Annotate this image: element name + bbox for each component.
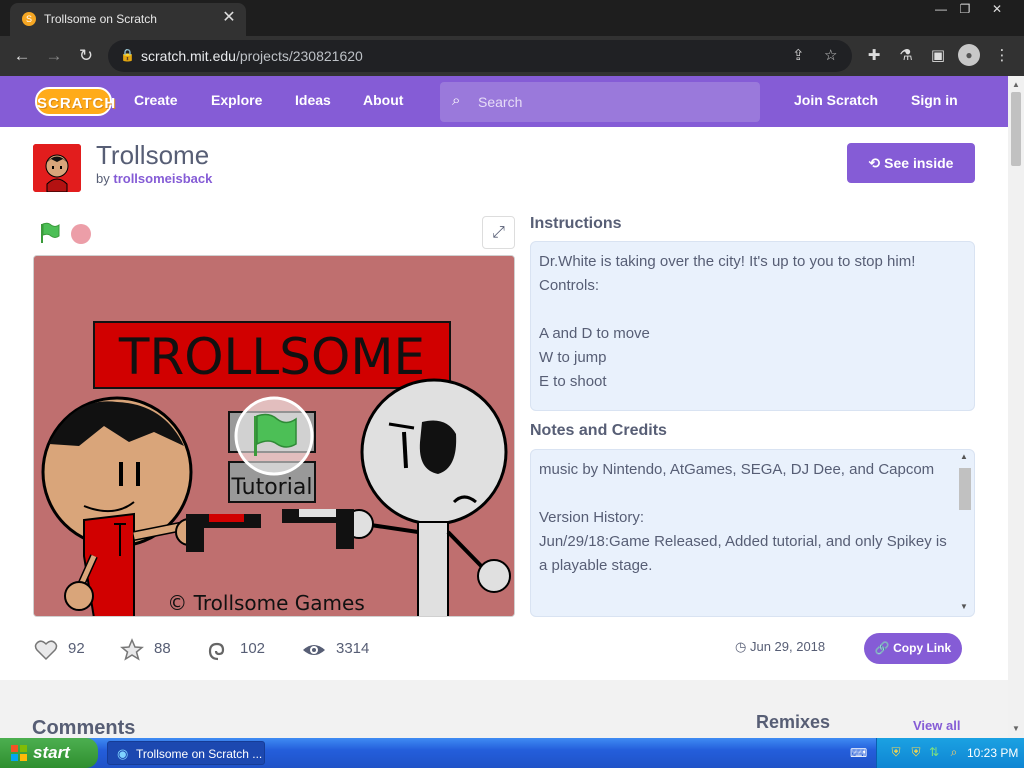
stage-credit-text: © Trollsome Games [167, 591, 365, 615]
scratch-favicon-icon: S [22, 12, 36, 26]
share-date: ◷ Jun 29, 2018 [735, 639, 826, 654]
security-alert-icon[interactable]: ⛨ [909, 745, 923, 759]
project-title: Trollsome [96, 140, 210, 170]
sign-in-link[interactable]: Sign in [911, 92, 958, 108]
page-scrollbar[interactable]: ▲ ▼ [1008, 76, 1024, 738]
notes-heading: Notes and Credits [530, 422, 667, 439]
extensions-icon[interactable]: ✚ [862, 44, 886, 68]
browser-tab[interactable]: S Trollsome on Scratch ✕ [10, 3, 246, 36]
browser-icon: ◉ [117, 746, 129, 761]
network-icon[interactable]: ⇅ [927, 745, 941, 759]
nav-about[interactable]: About [363, 92, 403, 108]
stop-icon[interactable] [71, 224, 91, 244]
keyboard-icon[interactable]: ⌨ [850, 746, 867, 760]
see-inside-button[interactable]: ⟲ See inside [847, 143, 975, 183]
star-icon [120, 638, 144, 661]
windows-logo-icon [11, 745, 27, 761]
notes-scrollbar[interactable]: ▲ ▼ [957, 452, 971, 614]
search-icon: ⌕ [452, 92, 461, 109]
clock-icon: ◷ [735, 639, 747, 654]
comments-heading: Comments [32, 717, 136, 738]
eye-icon [303, 645, 325, 655]
stage-tutorial-text: Tutorial [231, 475, 313, 500]
window-close-icon[interactable]: ✕ [984, 0, 1010, 18]
search-tray-icon[interactable]: ⌕ [947, 745, 961, 759]
page-scroll-down-icon[interactable]: ▼ [1012, 724, 1020, 733]
remix-arrows-icon: ⟲ [868, 155, 881, 171]
view-all-link[interactable]: View all [913, 718, 960, 733]
remix-swirl-icon [208, 642, 225, 661]
author-link[interactable]: trollsomeisback [113, 171, 212, 186]
page-viewport: SCRATCH Create Explore Ideas About ⌕ Joi… [0, 76, 1008, 738]
nav-create[interactable]: Create [134, 92, 178, 108]
tab-close-icon[interactable]: ✕ [220, 9, 238, 27]
lock-icon: 🔒 [120, 48, 135, 62]
restore-icon[interactable]: ❐ [952, 0, 978, 18]
browser-titlebar: S Trollsome on Scratch ✕ — ❐ ✕ [0, 0, 1024, 36]
minimize-icon[interactable]: — [928, 0, 954, 18]
profile-avatar-icon[interactable]: ● [958, 44, 980, 66]
fullscreen-icon[interactable]: ⤢ [482, 216, 515, 249]
scroll-up-icon[interactable]: ▲ [960, 452, 968, 461]
start-button[interactable]: start [0, 738, 98, 768]
menu-kebab-icon[interactable]: ⋮ [990, 44, 1014, 68]
link-icon: 🔗 [874, 641, 890, 655]
browser-toolbar: ← → ↻ 🔒 scratch.mit.edu/projects/2308216… [0, 36, 1024, 76]
labs-flask-icon[interactable]: ⚗ [894, 44, 918, 68]
heart-icon [34, 640, 58, 661]
system-tray: ⛨ ⛨ ⇅ ⌕ 10:23 PM [876, 738, 1024, 768]
lower-section [0, 680, 1008, 738]
share-icon[interactable]: ⇪ [792, 46, 805, 64]
scratch-logo[interactable]: SCRATCH [35, 87, 115, 116]
page-scroll-thumb[interactable] [1011, 92, 1021, 166]
page-scroll-up-icon[interactable]: ▲ [1012, 80, 1020, 89]
scroll-down-icon[interactable]: ▼ [960, 602, 968, 611]
shield-icon[interactable]: ⛨ [889, 745, 903, 759]
forward-icon[interactable]: → [42, 44, 66, 68]
notes-box: music by Nintendo, AtGames, SEGA, DJ Dee… [530, 449, 975, 617]
nav-ideas[interactable]: Ideas [295, 92, 331, 108]
instructions-heading: Instructions [530, 215, 622, 232]
copy-link-button[interactable]: 🔗 Copy Link [864, 633, 962, 664]
bookmark-star-icon[interactable]: ☆ [824, 46, 837, 64]
stage-title-text: TROLLSOME [118, 328, 425, 386]
taskbar-clock: 10:23 PM [967, 746, 1019, 760]
nav-explore[interactable]: Explore [211, 92, 262, 108]
back-icon[interactable]: ← [10, 44, 34, 68]
project-byline: by trollsomeisback [96, 171, 213, 186]
address-bar[interactable]: 🔒 scratch.mit.edu/projects/230821620 ⇪ ☆ [108, 40, 852, 72]
instructions-box: Dr.White is taking over the city! It's u… [530, 241, 975, 411]
url-text: scratch.mit.edu/projects/230821620 [141, 48, 363, 64]
green-flag-icon[interactable] [38, 222, 60, 244]
search-input[interactable] [478, 91, 748, 113]
taskbar-browser-item[interactable]: ◉ Trollsome on Scratch ... [107, 741, 265, 765]
reload-icon[interactable]: ↻ [74, 44, 98, 68]
scratch-navbar: SCRATCH Create Explore Ideas About ⌕ Joi… [0, 76, 1008, 127]
windows-taskbar: start ◉ Trollsome on Scratch ... ⌨ ⛨ ⛨ ⇅… [0, 738, 1024, 768]
project-stage[interactable]: TROLLSOME Tutorial © Trollsome Games [33, 255, 515, 617]
remixes-heading: Remixes [756, 712, 831, 732]
tab-title: Trollsome on Scratch [44, 12, 157, 26]
project-thumbnail[interactable] [33, 144, 81, 192]
search-box: ⌕ [440, 82, 760, 122]
join-scratch-link[interactable]: Join Scratch [794, 92, 878, 108]
side-panel-icon[interactable]: ▣ [926, 44, 950, 68]
